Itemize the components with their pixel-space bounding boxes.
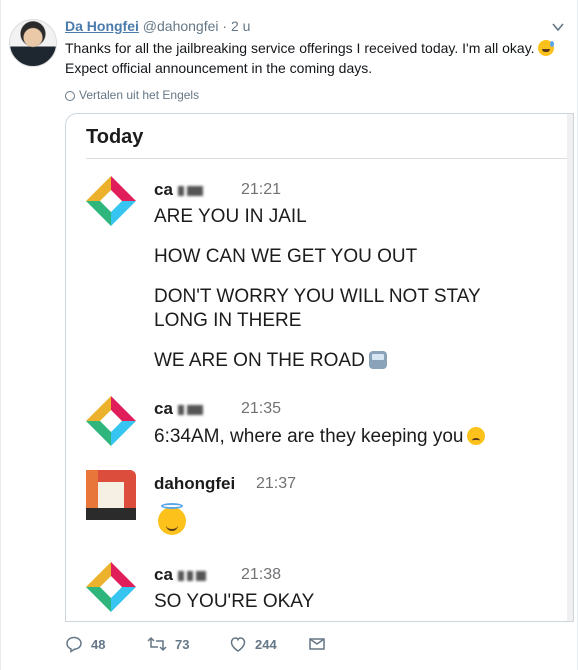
slack-logo-avatar	[86, 176, 136, 226]
message-sender: ca	[154, 565, 209, 585]
message-line-text: 6:34AM, where are they keeping you	[154, 426, 464, 447]
message-time: 21:37	[256, 475, 297, 492]
redaction	[177, 404, 184, 415]
translate-label: Vertalen uit het Engels	[79, 88, 200, 102]
sender-name: ca	[154, 180, 173, 199]
message-line: HOW CAN WE GET YOU OUT	[154, 246, 418, 267]
translate-link[interactable]: Vertalen uit het Engels	[65, 88, 199, 102]
attached-image[interactable]: Today ca 21:21 ARE YOU IN JAIL HOW CAN W…	[65, 113, 574, 622]
card-header: Today	[86, 126, 144, 148]
envelope-icon	[309, 638, 325, 650]
message-line: DON'T WORRY YOU WILL NOT STAY LONG IN TH…	[154, 286, 481, 331]
like-count: 244	[255, 636, 277, 652]
globe-icon	[65, 91, 75, 101]
redaction	[177, 185, 184, 196]
message-time: 21:35	[241, 400, 282, 417]
sender-name: ca	[154, 399, 173, 418]
redaction	[186, 404, 203, 415]
tweet-actions: 48 73 244	[65, 632, 485, 656]
tweet-text: Thanks for all the jailbreaking service …	[65, 38, 557, 78]
redaction	[186, 185, 203, 196]
sender-name: ca	[154, 565, 173, 584]
message-time: 21:38	[241, 566, 282, 583]
message-line: ARE YOU IN JAIL	[154, 206, 307, 227]
divider	[86, 158, 573, 159]
bus-icon	[368, 351, 387, 369]
profile-avatar[interactable]	[9, 19, 57, 67]
separator: ·	[222, 18, 228, 34]
user-handle[interactable]: @dahongfei	[143, 18, 219, 34]
message-line: SO YOU'RE OKAY	[154, 591, 315, 612]
sender-name: dahongfei	[154, 474, 236, 493]
redaction	[186, 570, 193, 581]
scrollbar	[567, 114, 573, 621]
like-button[interactable]: 244	[229, 632, 277, 656]
chevron-down-icon[interactable]	[552, 21, 564, 33]
direct-message-button[interactable]	[308, 632, 326, 656]
tweet-header: Da Hongfei @dahongfei · 2 u	[65, 18, 250, 34]
reply-button[interactable]: 48	[65, 632, 105, 656]
tweet-text-line2: Expect official announcement in the comi…	[65, 60, 373, 76]
sweat-smile-icon	[537, 40, 554, 56]
message-time: 21:21	[241, 181, 282, 198]
retweet-icon	[147, 636, 167, 652]
retweet-count: 73	[175, 636, 190, 652]
heart-icon	[230, 637, 246, 652]
tweet-time[interactable]: 2 u	[231, 18, 250, 34]
message-line-text: WE ARE ON THE ROAD	[154, 350, 365, 371]
message-sender: ca	[154, 399, 206, 419]
reply-icon	[66, 636, 82, 653]
slack-logo-avatar	[86, 396, 136, 446]
tweet[interactable]: Da Hongfei @dahongfei · 2 u Thanks for a…	[0, 0, 578, 670]
message-line: 6:34AM, where are they keeping you	[154, 425, 486, 449]
message-line: WE ARE ON THE ROAD	[154, 349, 387, 373]
slack-logo-avatar	[86, 562, 136, 612]
tweet-text-line1: Thanks for all the jailbreaking service …	[65, 40, 535, 56]
redaction	[195, 570, 206, 581]
angel-face-icon	[158, 503, 186, 535]
redaction	[177, 570, 184, 581]
retweet-button[interactable]: 73	[147, 632, 189, 656]
reply-count: 48	[91, 636, 106, 652]
user-avatar	[86, 470, 136, 520]
sad-face-icon	[467, 427, 486, 445]
message-sender: ca	[154, 180, 206, 200]
display-name[interactable]: Da Hongfei	[65, 18, 139, 34]
